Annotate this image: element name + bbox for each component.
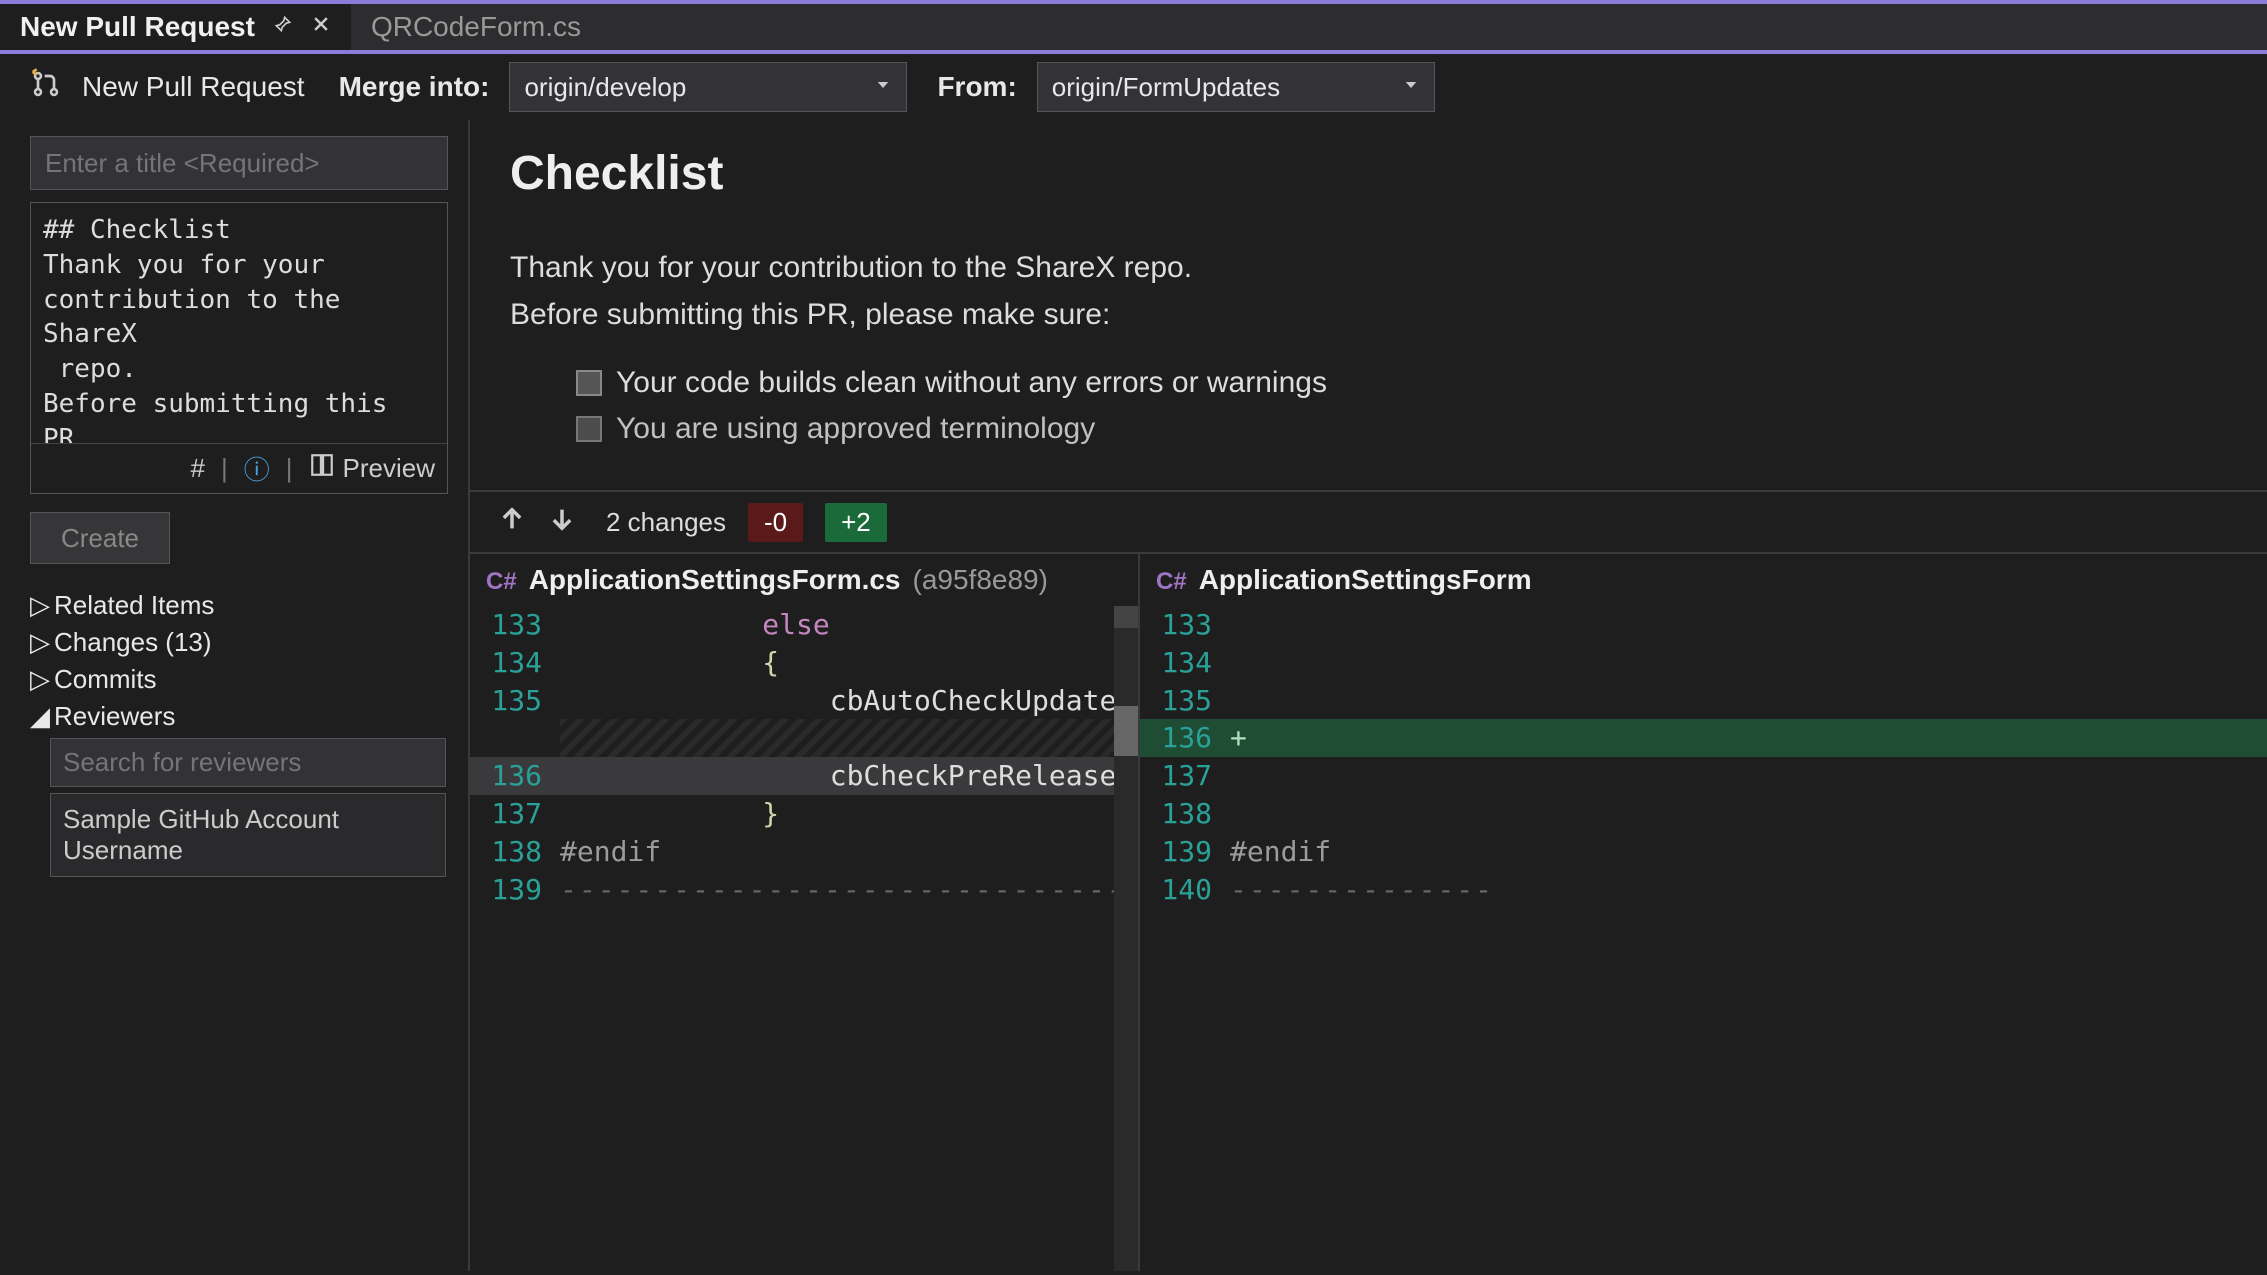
lineno: 139 (470, 871, 560, 909)
lineno: 140 (1140, 871, 1230, 909)
create-label: Create (61, 523, 139, 554)
pr-toolbar: New Pull Request Merge into: origin/deve… (0, 54, 2267, 120)
lineno: 133 (470, 606, 560, 644)
right-panel: Checklist Thank you for your contributio… (468, 120, 2267, 1271)
preview-label: Preview (343, 453, 435, 484)
csharp-icon: C# (1156, 568, 1187, 596)
separator: | (221, 453, 228, 484)
left-panel: ## Checklist Thank you for your contribu… (0, 120, 468, 1271)
tree-reviewers[interactable]: ◢ Reviewers (30, 701, 438, 732)
code-area-left[interactable]: 133 else 134 { 135 cbAutoCheckUpdate.( 1… (470, 606, 1138, 1271)
prev-change-button[interactable] (498, 505, 526, 540)
lineno: 138 (1140, 795, 1230, 833)
tab-qrcodeform[interactable]: QRCodeForm.cs (351, 4, 601, 50)
description-toolbar: # | ⓘ | Preview (31, 443, 447, 493)
lineno: 135 (470, 682, 560, 720)
diff-panes: C# ApplicationSettingsForm.cs (a95f8e89)… (470, 554, 2267, 1271)
tab-label: QRCodeForm.cs (371, 11, 581, 43)
preview-button[interactable]: Preview (309, 452, 435, 485)
info-icon[interactable]: ⓘ (244, 450, 270, 487)
chevron-down-icon (1402, 73, 1420, 101)
close-icon[interactable] (311, 13, 331, 41)
pr-description-textarea[interactable]: ## Checklist Thank you for your contribu… (31, 203, 447, 443)
checklist-item: You are using approved terminology (576, 412, 2227, 446)
toolbar-title: New Pull Request (82, 71, 305, 103)
lineno: 134 (470, 644, 560, 682)
code-area-right[interactable]: 133 134 135 136+ 137 138 139#endif 140--… (1140, 606, 2267, 1271)
diff-pane-original: C# ApplicationSettingsForm.cs (a95f8e89)… (470, 554, 1140, 1271)
deletions-badge: -0 (748, 503, 803, 542)
checkbox-icon[interactable] (576, 416, 602, 442)
tab-label: New Pull Request (20, 11, 255, 43)
side-tree: ▷ Related Items ▷ Changes (13) ▷ Commits… (30, 590, 438, 877)
lineno: 135 (1140, 682, 1230, 720)
create-button[interactable]: Create (30, 512, 170, 564)
diff-hash: (a95f8e89) (913, 564, 1048, 596)
tree-label: Reviewers (54, 701, 175, 732)
tree-changes[interactable]: ▷ Changes (13) (30, 627, 438, 658)
main-area: ## Checklist Thank you for your contribu… (0, 120, 2267, 1271)
chevron-right-icon: ▷ (30, 664, 44, 695)
diff-filename: ApplicationSettingsForm (1199, 564, 1532, 596)
lineno: 138 (470, 833, 560, 871)
diff-gap (560, 719, 1138, 757)
lineno: 137 (470, 795, 560, 833)
hash-icon[interactable]: # (191, 453, 205, 484)
lineno: 139 (1140, 833, 1230, 871)
merge-into-dropdown[interactable]: origin/develop (509, 62, 907, 112)
chevron-right-icon: ▷ (30, 627, 44, 658)
checklist-text: Your code builds clean without any error… (616, 366, 1327, 400)
chevron-right-icon: ▷ (30, 590, 44, 621)
preview-paragraph: Thank you for your contribution to the S… (510, 245, 2227, 292)
diff-toolbar: 2 changes -0 +2 (470, 490, 2267, 554)
pr-description-wrapper: ## Checklist Thank you for your contribu… (30, 202, 448, 494)
from-value: origin/FormUpdates (1052, 72, 1280, 103)
lineno: 133 (1140, 606, 1230, 644)
lineno: 134 (1140, 644, 1230, 682)
diff-header: C# ApplicationSettingsForm (1140, 554, 2267, 606)
diff-pane-modified: C# ApplicationSettingsForm 133 134 135 1… (1140, 554, 2267, 1271)
markdown-preview: Checklist Thank you for your contributio… (470, 120, 2267, 490)
preview-checklist: Your code builds clean without any error… (510, 366, 2227, 446)
scrollbar[interactable] (1114, 606, 1138, 1271)
tab-bar: New Pull Request QRCodeForm.cs (0, 0, 2267, 54)
separator: | (286, 453, 293, 484)
scrollbar-thumb[interactable] (1114, 706, 1138, 756)
tree-label: Related Items (54, 590, 214, 621)
next-change-button[interactable] (548, 505, 576, 540)
csharp-icon: C# (486, 568, 517, 596)
preview-heading: Checklist (510, 146, 2227, 201)
preview-paragraph: Before submitting this PR, please make s… (510, 292, 2227, 339)
lineno: 136 (1140, 719, 1230, 757)
chevron-down-icon: ◢ (30, 701, 44, 732)
preview-icon (309, 452, 335, 485)
from-dropdown[interactable]: origin/FormUpdates (1037, 62, 1435, 112)
from-label: From: (937, 71, 1016, 103)
checklist-text: You are using approved terminology (616, 412, 1095, 446)
tree-related-items[interactable]: ▷ Related Items (30, 590, 438, 621)
new-pr-icon (30, 68, 62, 107)
merge-into-value: origin/develop (524, 72, 686, 103)
added-line-marker: + (1230, 721, 1257, 754)
reviewer-search-input[interactable] (50, 738, 446, 787)
diff-filename: ApplicationSettingsForm.cs (529, 564, 901, 596)
changes-count: 2 changes (606, 507, 726, 538)
tab-new-pull-request[interactable]: New Pull Request (0, 4, 351, 50)
checkbox-icon[interactable] (576, 370, 602, 396)
tree-label: Commits (54, 664, 157, 695)
tree-commits[interactable]: ▷ Commits (30, 664, 438, 695)
diff-header: C# ApplicationSettingsForm.cs (a95f8e89) (470, 554, 1138, 606)
checklist-item: Your code builds clean without any error… (576, 366, 2227, 400)
merge-into-label: Merge into: (339, 71, 490, 103)
additions-badge: +2 (825, 503, 887, 542)
lineno: 136 (470, 757, 560, 795)
tree-label: Changes (13) (54, 627, 212, 658)
pr-title-input[interactable] (30, 136, 448, 190)
chevron-down-icon (874, 73, 892, 101)
lineno: 137 (1140, 757, 1230, 795)
reviewer-entry[interactable]: Sample GitHub Account Username (50, 793, 446, 877)
pin-icon[interactable] (273, 13, 293, 41)
